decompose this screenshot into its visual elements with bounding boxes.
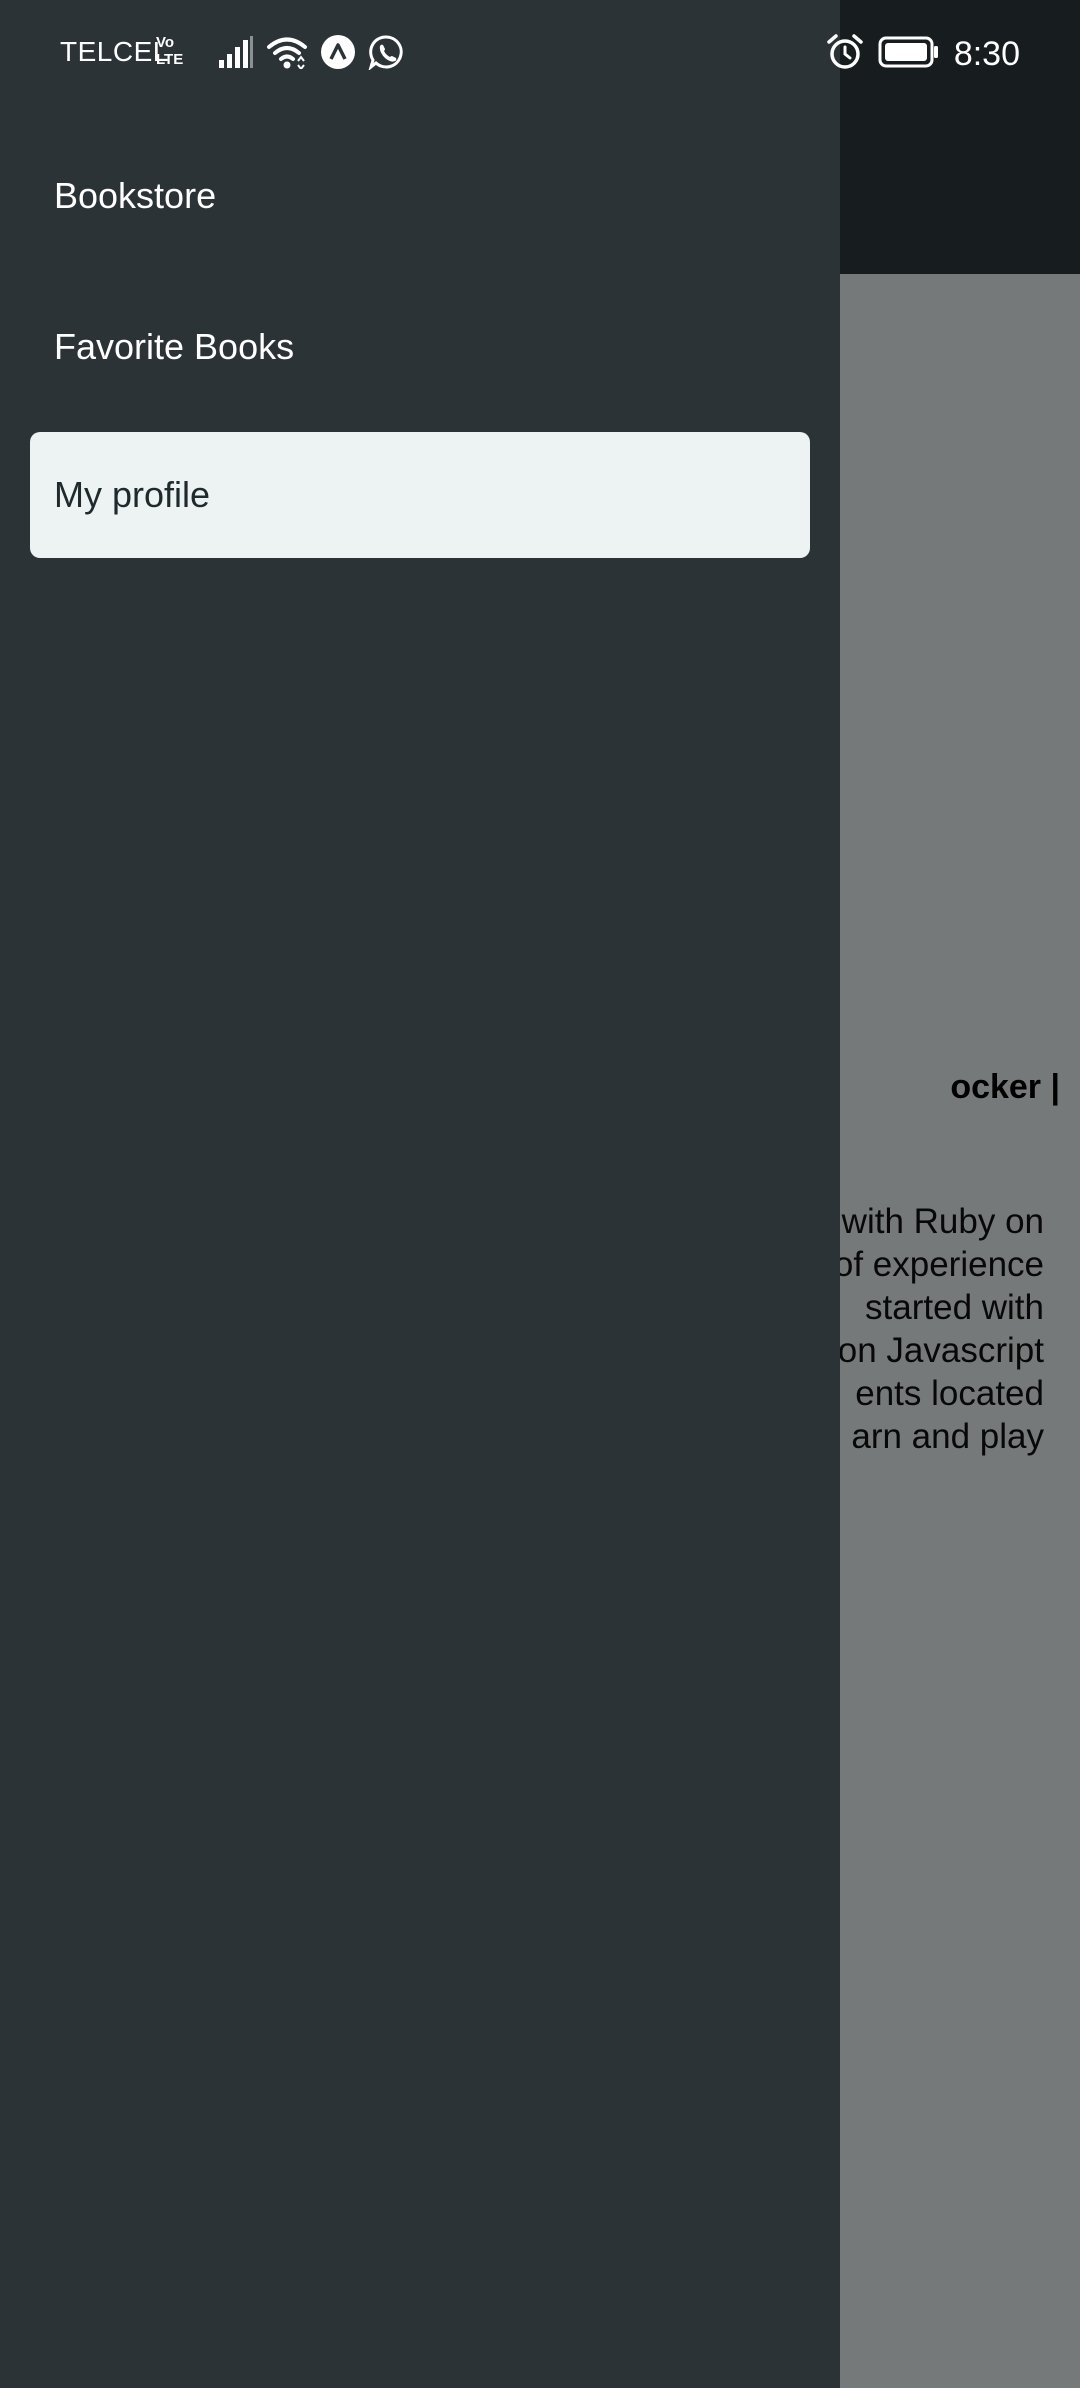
volte-bottom: LTE [156,51,184,68]
screen: ocker | with Ruby on of experience start… [0,0,1080,2388]
drawer-item-label: My profile [54,474,211,515]
carrier-name: TELCEL [60,36,169,67]
navigation-drawer: Bookstore Favorite Books My profile [0,0,840,2388]
status-bar: TELCEL Vo LTE 8:30 [0,0,1080,108]
drawer-item-favorite-books[interactable]: Favorite Books [30,284,810,410]
whatsapp-icon [368,34,404,75]
volte-top: Vo [156,34,175,51]
app-icon [320,34,356,75]
drawer-item-label: Favorite Books [54,326,295,367]
drawer-item-bookstore[interactable]: Bookstore [30,133,810,259]
volte-icon: Vo LTE [156,34,192,74]
drawer-item-my-profile[interactable]: My profile [30,432,810,558]
drawer-item-label: Bookstore [54,175,217,216]
status-left-icons [218,34,404,74]
clock: 8:30 [953,34,1020,73]
battery-icon [878,36,940,73]
wifi-icon [266,35,308,74]
signal-icon [218,35,254,73]
status-right-icons: 8:30 [826,30,1020,78]
alarm-icon [826,33,864,76]
